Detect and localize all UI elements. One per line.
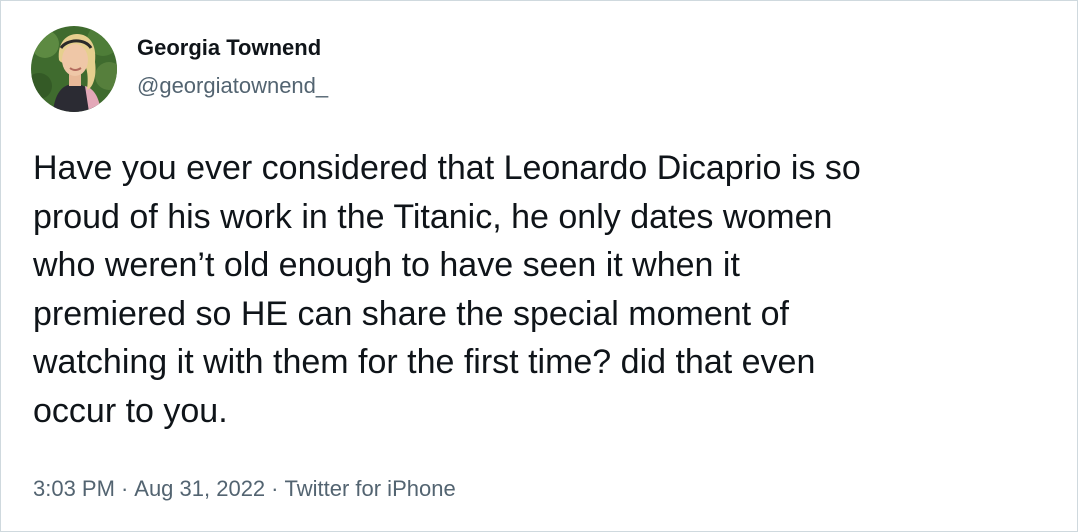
author-avatar[interactable] [31,26,117,112]
tweet-source[interactable]: Twitter for iPhone [285,476,456,501]
tweet-text-line: Have you ever considered that Leonardo D… [33,149,861,187]
tweet-text: Have you ever considered that Leonardo D… [33,144,1053,435]
author-display-name[interactable]: Georgia Townend [137,34,321,62]
author-handle[interactable]: @georgiatownend_ [137,72,328,100]
meta-separator: · [120,476,129,501]
user-avatar-photo-icon [31,26,117,112]
tweet-metadata: 3:03 PM · Aug 31, 2022 · Twitter for iPhone [33,475,456,503]
tweet-time[interactable]: 3:03 PM [33,476,115,501]
tweet-date[interactable]: Aug 31, 2022 [134,476,265,501]
tweet-text-line: occur to you. [33,391,228,430]
tweet-text-line: proud of his work in the Titanic, he onl… [33,197,833,236]
meta-separator: · [271,476,279,501]
tweet-text-line: watching it with them for the first time… [33,343,816,381]
tweet-card: Georgia Townend @georgiatownend_ Have yo… [0,0,1078,532]
tweet-text-line: who weren’t old enough to have seen it w… [33,246,740,284]
tweet-text-line: premiered so HE can share the special mo… [33,294,789,333]
